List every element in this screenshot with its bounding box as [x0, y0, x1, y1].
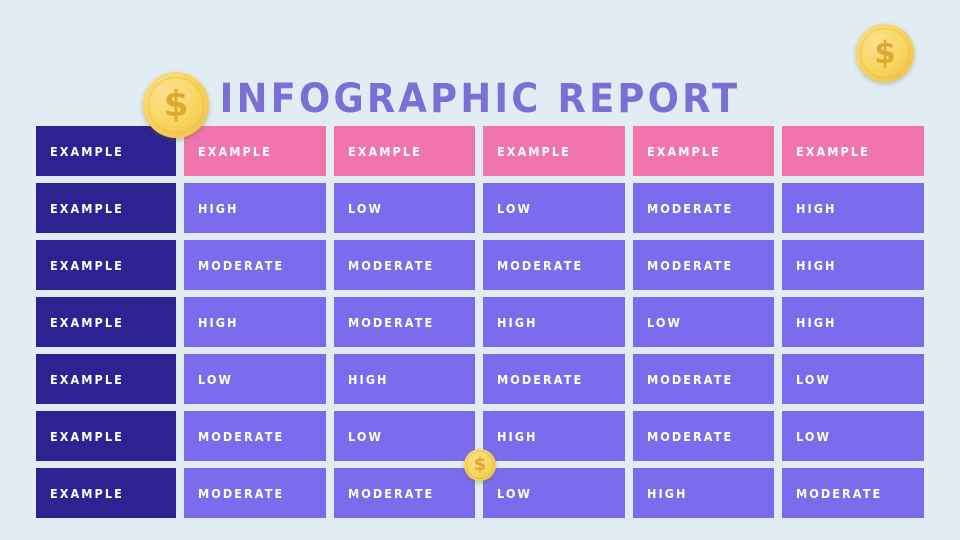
dollar-coin-icon: $ [464, 449, 496, 481]
cell-label: EXAMPLE [50, 428, 124, 444]
table-cell-header-5: EXAMPLE [782, 126, 924, 176]
table-cell-r0c4: MODERATE [632, 183, 775, 233]
table-cell-r2c3: HIGH [483, 297, 625, 347]
cell-label: LOW [497, 485, 533, 501]
dollar-sign-glyph: $ [874, 34, 896, 71]
table-cell-r1c2: MODERATE [333, 240, 476, 290]
cell-label: LOW [646, 314, 682, 330]
cell-label: MODERATE [646, 428, 733, 444]
table-cell-r4c1: MODERATE [184, 411, 326, 461]
table-cell-r0c2: LOW [333, 183, 476, 233]
table-cell-header-4: EXAMPLE [632, 126, 775, 176]
table-cell-r3c1: LOW [184, 354, 326, 404]
table-cell-r1c5: HIGH [782, 240, 924, 290]
table-cell-r3c4: MODERATE [632, 354, 775, 404]
cell-label: EXAMPLE [50, 485, 124, 501]
cell-label: HIGH [796, 257, 837, 273]
cell-label: HIGH [646, 485, 688, 501]
cell-label: LOW [198, 371, 233, 387]
cell-label: MODERATE [347, 485, 434, 501]
cell-label: MODERATE [198, 428, 285, 444]
cell-label: EXAMPLE [50, 143, 124, 159]
cell-label: LOW [347, 428, 383, 444]
table-cell-r4c2: LOW [333, 411, 476, 461]
table-cell-r3c0: EXAMPLE [36, 354, 176, 404]
cell-label: LOW [497, 200, 533, 216]
table-cell-r5c4: HIGH [632, 468, 775, 518]
cell-label: MODERATE [347, 314, 434, 330]
table-cell-r3c3: MODERATE [483, 354, 625, 404]
cell-label: EXAMPLE [50, 314, 124, 330]
table-cell-r2c4: LOW [632, 297, 775, 347]
table-cell-r5c5: MODERATE [782, 468, 924, 518]
dollar-sign-glyph: $ [473, 454, 487, 475]
table-row: EXAMPLE MODERATE MODERATE MODERATE MODER… [36, 240, 924, 290]
cell-label: EXAMPLE [347, 143, 422, 159]
cell-label: EXAMPLE [646, 143, 721, 159]
table-cell-r1c3: MODERATE [483, 240, 625, 290]
table-cell-r1c1: MODERATE [184, 240, 326, 290]
cell-label: MODERATE [347, 257, 434, 273]
cell-label: MODERATE [646, 257, 733, 273]
table-cell-r5c2: MODERATE [333, 468, 476, 518]
table-cell-r0c0: EXAMPLE [36, 183, 176, 233]
cell-label: HIGH [347, 371, 389, 387]
table-cell-r2c0: EXAMPLE [36, 297, 176, 347]
cell-label: MODERATE [497, 257, 584, 273]
table-row: EXAMPLE HIGH MODERATE HIGH LOW HIGH [36, 297, 924, 347]
table-cell-r4c3: HIGH [483, 411, 625, 461]
cell-label: MODERATE [646, 371, 733, 387]
table-cell-r4c4: MODERATE [632, 411, 775, 461]
cell-label: MODERATE [198, 485, 285, 501]
table-cell-r2c2: MODERATE [333, 297, 476, 347]
cell-label: EXAMPLE [796, 143, 871, 159]
table-cell-r2c5: HIGH [782, 297, 924, 347]
table-cell-header-0: EXAMPLE [36, 126, 176, 176]
cell-label: HIGH [497, 314, 538, 330]
table-cell-r1c0: EXAMPLE [36, 240, 176, 290]
table-cell-r5c0: EXAMPLE [36, 468, 176, 518]
table-cell-header-2: EXAMPLE [333, 126, 476, 176]
cell-label: EXAMPLE [50, 200, 124, 216]
table-cell-r3c5: LOW [782, 354, 924, 404]
cell-label: HIGH [796, 314, 837, 330]
table-cell-r5c3: LOW [483, 468, 625, 518]
table-cell-r5c1: MODERATE [184, 468, 326, 518]
cell-label: LOW [347, 200, 383, 216]
table-cell-r0c3: LOW [483, 183, 625, 233]
cell-label: MODERATE [198, 257, 285, 273]
table-row: EXAMPLE LOW HIGH MODERATE MODERATE LOW [36, 354, 924, 404]
table-cell-r1c4: MODERATE [632, 240, 775, 290]
cell-label: MODERATE [646, 200, 733, 216]
table-cell-header-1: EXAMPLE [184, 126, 326, 176]
cell-label: EXAMPLE [198, 143, 272, 159]
cell-label: HIGH [198, 200, 239, 216]
table-cell-r0c5: HIGH [782, 183, 924, 233]
table-cell-r2c1: HIGH [184, 297, 326, 347]
cell-label: HIGH [796, 200, 837, 216]
cell-label: LOW [796, 371, 832, 387]
dollar-sign-glyph: $ [163, 84, 189, 125]
table-row: EXAMPLE HIGH LOW LOW MODERATE HIGH [36, 183, 924, 233]
cell-label: EXAMPLE [50, 257, 124, 273]
table-cell-header-3: EXAMPLE [483, 126, 625, 176]
cell-label: LOW [796, 428, 832, 444]
table-cell-r3c2: HIGH [333, 354, 476, 404]
cell-label: MODERATE [497, 371, 584, 387]
table-cell-r0c1: HIGH [184, 183, 326, 233]
cell-label: EXAMPLE [497, 143, 572, 159]
cell-label: EXAMPLE [50, 371, 124, 387]
dollar-coin-icon: $ [143, 72, 209, 138]
table-cell-r4c5: LOW [782, 411, 924, 461]
cell-label: MODERATE [796, 485, 883, 501]
dollar-coin-icon: $ [856, 24, 914, 82]
table-cell-r4c0: EXAMPLE [36, 411, 176, 461]
cell-label: HIGH [198, 314, 239, 330]
cell-label: HIGH [497, 428, 538, 444]
